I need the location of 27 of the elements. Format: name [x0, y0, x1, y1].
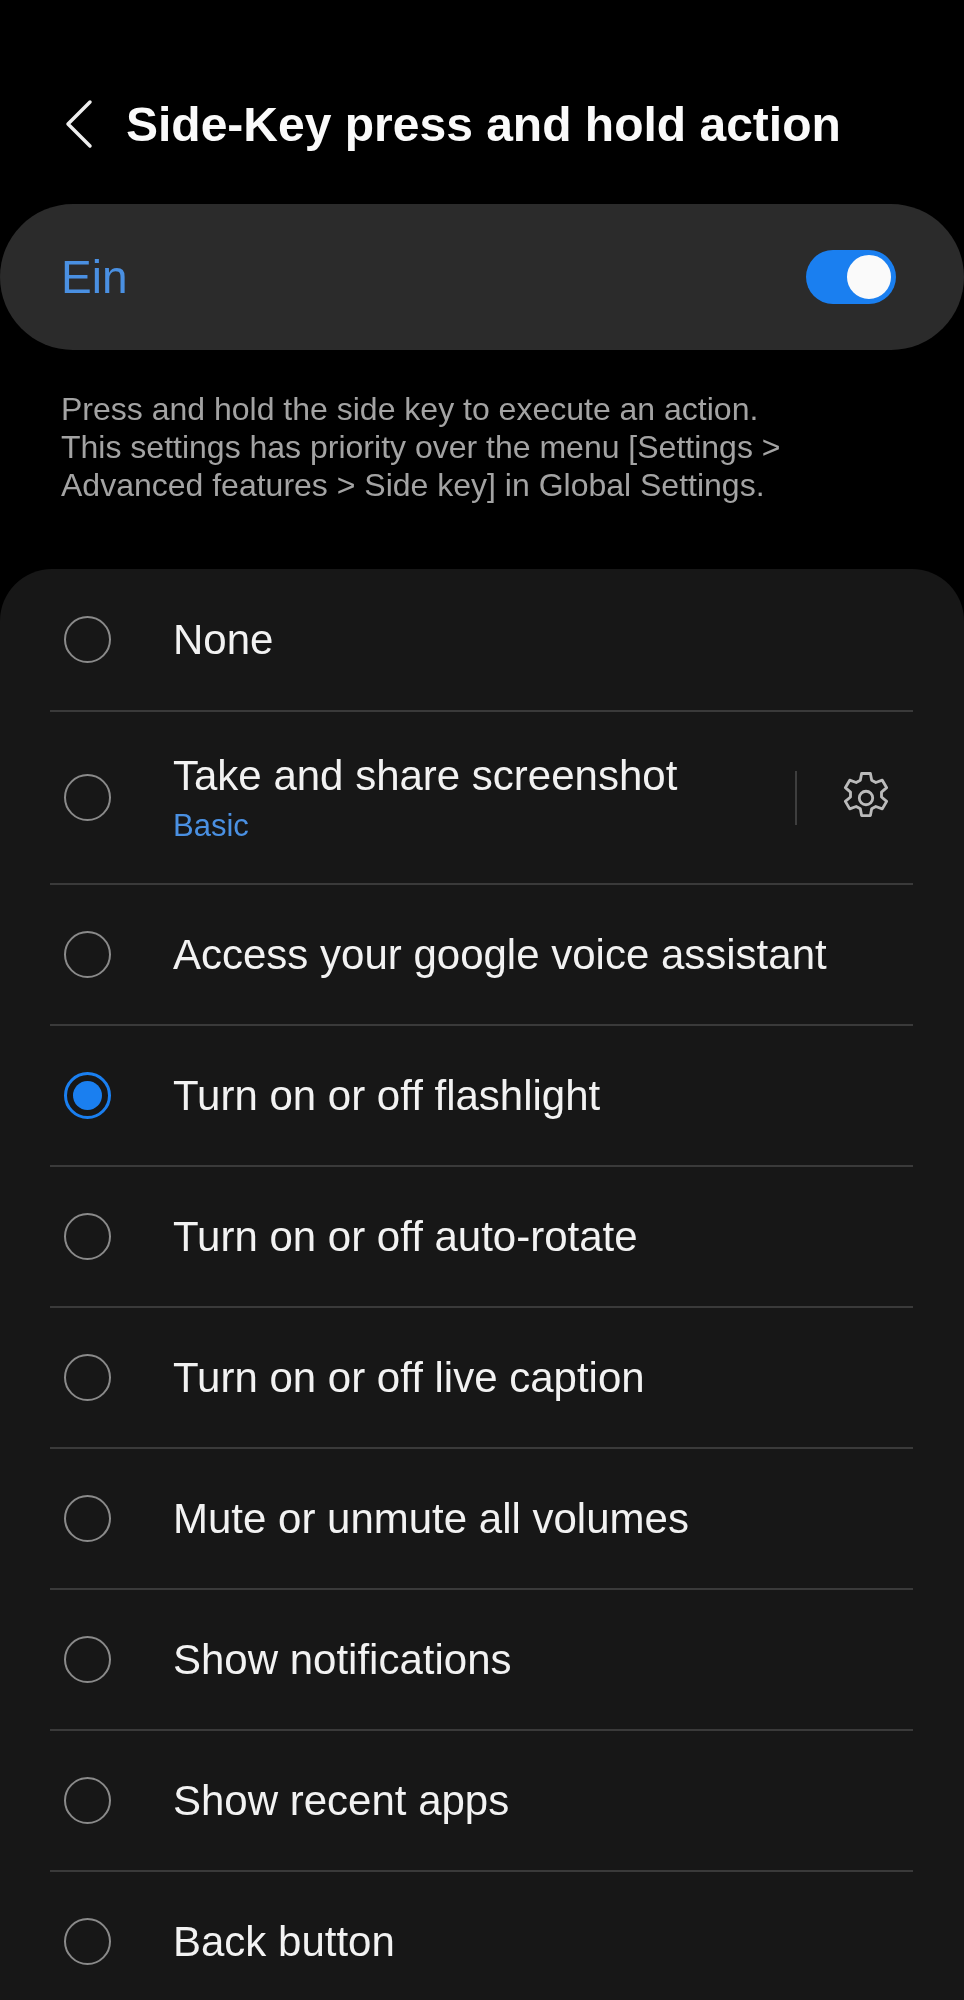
- page-title: Side-Key press and hold action: [126, 96, 841, 152]
- switch-label: Ein: [61, 250, 128, 304]
- option-label[interactable]: Show notifications: [173, 1635, 913, 1684]
- option-label[interactable]: Mute or unmute all volumes: [173, 1494, 913, 1543]
- toggle-switch[interactable]: [806, 250, 896, 304]
- option-label[interactable]: Access your google voice assistant: [173, 930, 913, 979]
- radio-button[interactable]: [64, 774, 111, 821]
- option-label[interactable]: Turn on or off flashlight: [173, 1071, 913, 1120]
- radio-button[interactable]: [64, 1354, 111, 1401]
- radio-button[interactable]: [64, 1213, 111, 1260]
- option-label[interactable]: Turn on or off live caption: [173, 1353, 913, 1402]
- radio-button[interactable]: [64, 1072, 111, 1119]
- radio-button[interactable]: [64, 1918, 111, 1965]
- option-label[interactable]: None: [173, 615, 913, 664]
- back-icon[interactable]: [64, 98, 94, 150]
- radio-button[interactable]: [64, 616, 111, 663]
- radio-button[interactable]: [64, 1495, 111, 1542]
- option-subtitle: Basic: [173, 807, 250, 844]
- radio-button[interactable]: [64, 931, 111, 978]
- option-label[interactable]: Back button: [173, 1917, 913, 1966]
- option-label[interactable]: Turn on or off auto-rotate: [173, 1212, 913, 1261]
- description-text: Press and hold the side key to execute an action. This settings has priority over the menu [Settings > Advanced features > Side key] in Global Settings.: [60, 390, 782, 505]
- master-switch-card[interactable]: Ein: [0, 204, 964, 350]
- radio-button[interactable]: [64, 1777, 111, 1824]
- option-label[interactable]: Show recent apps: [173, 1776, 913, 1825]
- option-label[interactable]: Take and share screenshot: [173, 751, 795, 800]
- radio-button[interactable]: [64, 1636, 111, 1683]
